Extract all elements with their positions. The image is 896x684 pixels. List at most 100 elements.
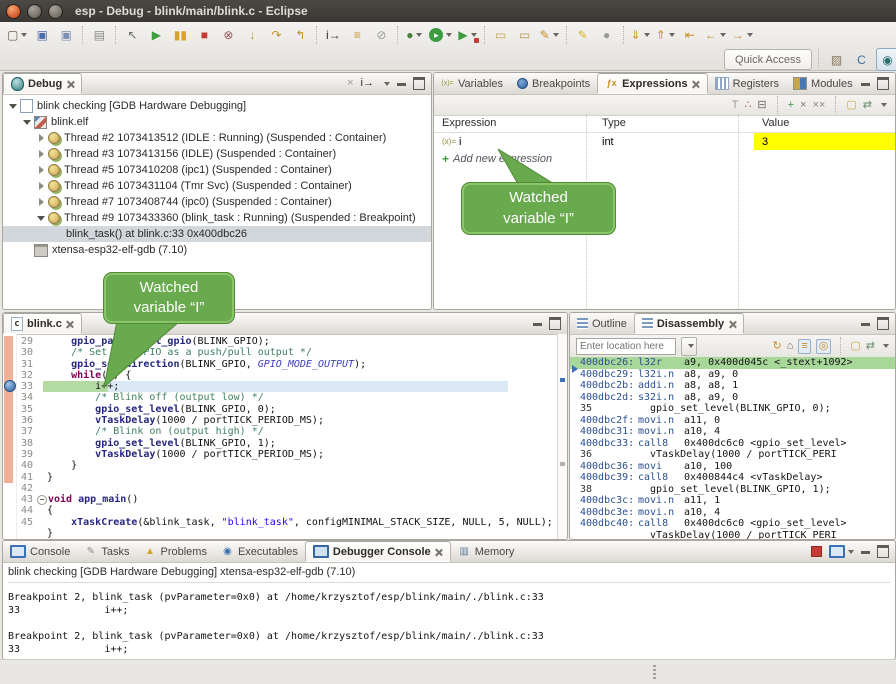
disassembly-row[interactable]: 400dbc3e:movi.na10, 4 xyxy=(570,507,895,519)
save-all-button[interactable]: ▣ xyxy=(55,25,77,45)
debug-tree-item[interactable]: blink_task() at blink.c:33 0x400dbc26 xyxy=(3,226,431,242)
maximize-view-button[interactable] xyxy=(413,77,425,90)
console-output[interactable]: Breakpoint 2, blink_task (pvParameter=0x… xyxy=(8,591,890,659)
overview-ruler[interactable] xyxy=(557,334,567,539)
maximize-view-button[interactable] xyxy=(877,317,889,330)
close-icon[interactable] xyxy=(66,80,74,88)
debug-tree-item[interactable]: Thread #9 1073433360 (blink_task : Runni… xyxy=(3,210,431,226)
disassembly-listing[interactable]: 400dbc26:l32ra9, 0x400d045c <_stext+1092… xyxy=(570,357,895,539)
back-button[interactable]: ← xyxy=(703,25,728,45)
remove-all-expressions-button[interactable]: ×× xyxy=(813,100,826,111)
show-logical-structure-button[interactable]: ∴ xyxy=(744,100,751,111)
column-value[interactable]: Value xyxy=(754,117,895,129)
tab-disassembly[interactable]: Disassembly xyxy=(634,313,744,334)
collapse-all-button[interactable]: ⊟ xyxy=(757,100,766,111)
tab-debug[interactable]: Debug xyxy=(3,73,82,94)
collapsed-arrow-icon[interactable] xyxy=(37,150,46,159)
close-icon[interactable] xyxy=(692,80,700,88)
display-console-button[interactable] xyxy=(829,545,854,558)
view-menu-button[interactable] xyxy=(880,344,889,348)
breakpoint-marker[interactable] xyxy=(4,380,16,392)
external-tools-button[interactable]: ▶ xyxy=(456,25,478,45)
skip-all-breakpoints-button[interactable]: ⊘ xyxy=(370,25,392,45)
tab-problems[interactable]: ▲Problems xyxy=(136,541,213,562)
search-button[interactable]: ✎ xyxy=(538,25,561,45)
debug-tree-item[interactable]: Thread #3 1073413156 (IDLE) (Suspended :… xyxy=(3,146,431,162)
toggle-mark-occurrences-button[interactable]: ✎ xyxy=(572,25,594,45)
minimize-view-button[interactable] xyxy=(397,81,406,86)
tab-console[interactable]: Console xyxy=(3,541,77,562)
forward-button[interactable]: → xyxy=(730,25,755,45)
next-annotation-button[interactable]: ⇓ xyxy=(629,25,652,45)
minimize-view-button[interactable] xyxy=(861,549,870,554)
disassembly-row[interactable]: 400dbc29:l32i.na8, a9, 0 xyxy=(570,369,895,381)
debug-tree-item[interactable]: blink.elf xyxy=(3,114,431,130)
expanded-arrow-icon[interactable] xyxy=(9,102,18,111)
debug-tree-item[interactable]: xtensa-esp32-elf-gdb (7.10) xyxy=(3,242,431,258)
pin-view-button[interactable]: ⇄ xyxy=(866,341,875,352)
maximize-view-button[interactable] xyxy=(549,317,561,330)
close-icon[interactable] xyxy=(435,548,443,556)
close-icon[interactable] xyxy=(66,320,74,328)
close-icon[interactable] xyxy=(728,320,736,328)
minimize-view-button[interactable] xyxy=(533,321,542,326)
instruction-stepping-button[interactable]: i→ xyxy=(322,25,344,45)
open-perspective-button[interactable]: ▨ xyxy=(826,49,847,70)
remove-expression-button[interactable]: × xyxy=(800,100,806,111)
home-button[interactable]: ⌂ xyxy=(787,341,794,352)
refresh-button[interactable]: ↻ xyxy=(772,341,781,352)
cpp-perspective-button[interactable]: C xyxy=(851,49,872,70)
show-source-button[interactable]: ≡ xyxy=(798,339,810,354)
show-type-names-button[interactable]: T xyxy=(732,100,739,111)
tab-modules[interactable]: Modules xyxy=(786,73,860,94)
debug-tree-item[interactable]: Thread #5 1073410208 (ipc1) (Suspended :… xyxy=(3,162,431,178)
new-expressions-view-button[interactable]: ▢ xyxy=(846,100,856,111)
location-dropdown[interactable] xyxy=(681,337,697,356)
column-type[interactable]: Type xyxy=(594,117,754,129)
collapsed-arrow-icon[interactable] xyxy=(37,166,46,175)
collapsed-arrow-icon[interactable] xyxy=(37,134,46,143)
debug-tree-item[interactable]: Thread #7 1073408744 (ipc0) (Suspended :… xyxy=(3,194,431,210)
track-expression-button[interactable]: ◎ xyxy=(816,339,832,354)
tab-executables[interactable]: ◉Executables xyxy=(214,541,305,562)
window-maximize-button[interactable] xyxy=(48,4,63,19)
tab-tasks[interactable]: ✎Tasks xyxy=(77,541,136,562)
disassembly-row[interactable]: 400dbc26:l32ra9, 0x400d045c <_stext+1092… xyxy=(570,357,895,369)
debug-tree-item[interactable]: blink checking [GDB Hardware Debugging] xyxy=(3,98,431,114)
expanded-arrow-icon[interactable] xyxy=(23,118,32,127)
disconnect-button[interactable]: ⊗ xyxy=(217,25,239,45)
disassembly-row[interactable]: 400dbc40:call80x400dc6c0 <gpio_set_level… xyxy=(570,518,895,530)
link-view-button[interactable]: ⇄ xyxy=(863,100,872,111)
column-expression[interactable]: Expression xyxy=(434,117,594,129)
suspend-button[interactable]: ▮▮ xyxy=(169,25,191,45)
window-close-button[interactable] xyxy=(6,4,21,19)
collapsed-arrow-icon[interactable] xyxy=(37,198,46,207)
build-button[interactable]: ▤ xyxy=(88,25,110,45)
annotations-button[interactable]: ● xyxy=(596,25,618,45)
minimize-view-button[interactable] xyxy=(861,321,870,326)
disassembly-row[interactable]: vTaskDelay(1000 / portTICK_PERI xyxy=(570,530,895,540)
tab-registers[interactable]: Registers xyxy=(708,73,786,94)
new-view-button[interactable]: ▢ xyxy=(850,341,860,352)
type-cell[interactable]: int xyxy=(594,136,754,148)
maximize-view-button[interactable] xyxy=(877,77,889,90)
previous-annotation-button[interactable]: ⇑ xyxy=(654,25,677,45)
disassembly-row[interactable]: 35gpio_set_level(BLINK_GPIO, 0); xyxy=(570,403,895,415)
disassembly-row[interactable]: 400dbc33:call80x400dc6c0 <gpio_set_level… xyxy=(570,438,895,450)
location-input[interactable] xyxy=(576,338,676,355)
sash-drag-handle[interactable] xyxy=(653,665,656,679)
terminate-console-button[interactable] xyxy=(811,546,822,557)
minimize-view-button[interactable] xyxy=(861,81,870,86)
instruction-stepping-mode-button[interactable]: i→ xyxy=(361,78,374,89)
quick-access-button[interactable]: Quick Access xyxy=(724,49,812,70)
value-cell[interactable]: 3 xyxy=(754,133,895,150)
debug-tree-item[interactable]: Thread #6 1073431104 (Tmr Svc) (Suspende… xyxy=(3,178,431,194)
resume-button[interactable]: ▶ xyxy=(145,25,167,45)
tab-blink-c[interactable]: c blink.c xyxy=(3,313,82,334)
step-return-button[interactable]: ↰ xyxy=(289,25,311,45)
run-button[interactable]: ▸ xyxy=(427,25,454,45)
disassembly-row[interactable]: 400dbc31:movi.na10, 4 xyxy=(570,426,895,438)
terminate-button[interactable]: ■ xyxy=(193,25,215,45)
debug-tree-item[interactable]: Thread #2 1073413512 (IDLE : Running) (S… xyxy=(3,130,431,146)
add-expression-button[interactable]: + xyxy=(788,100,794,111)
